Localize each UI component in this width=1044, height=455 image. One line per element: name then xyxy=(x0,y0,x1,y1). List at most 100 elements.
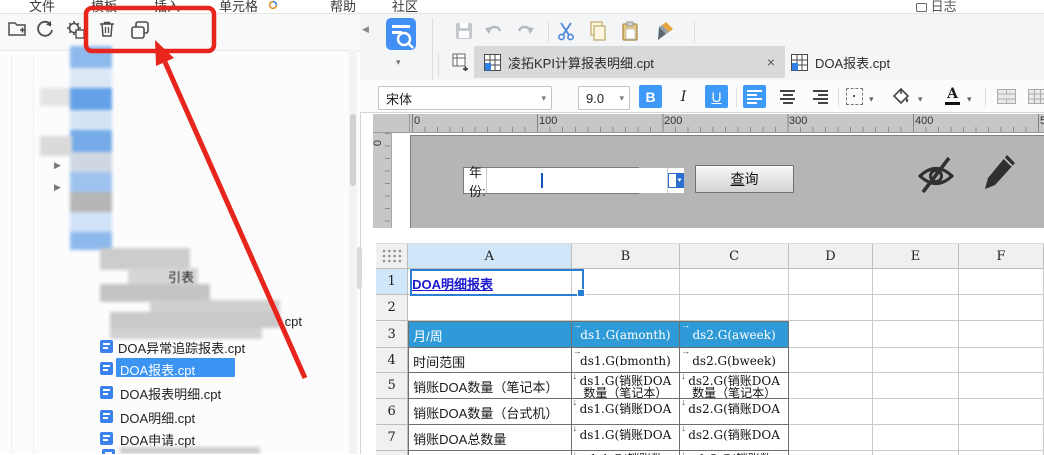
cell[interactable] xyxy=(789,269,873,295)
tree-item-cpt-fragment[interactable]: .cpt xyxy=(281,314,302,329)
panel-splitter-handle[interactable] xyxy=(357,247,362,289)
cell[interactable] xyxy=(873,399,959,425)
row-header[interactable]: 5 xyxy=(376,373,408,399)
row-header[interactable]: 6 xyxy=(376,399,408,425)
cell[interactable] xyxy=(680,269,789,295)
cell[interactable] xyxy=(959,321,1044,348)
cell-A1[interactable]: DOA明细报表 xyxy=(408,269,571,295)
cell[interactable] xyxy=(408,295,571,321)
cell[interactable] xyxy=(789,348,873,373)
font-color-button[interactable]: A xyxy=(941,85,964,108)
cell[interactable] xyxy=(959,373,1044,399)
cell[interactable] xyxy=(873,295,959,321)
select-all-corner[interactable] xyxy=(376,244,408,269)
settings-icon[interactable] xyxy=(64,18,88,42)
menu-log[interactable]: 日志 xyxy=(916,0,957,14)
template-search-icon[interactable] xyxy=(386,18,416,57)
cell[interactable] xyxy=(789,399,873,425)
fill-color-button[interactable] xyxy=(890,85,913,108)
menu-file[interactable]: 文件 xyxy=(29,0,55,14)
cell[interactable] xyxy=(789,295,873,321)
column-header[interactable]: A xyxy=(408,244,571,269)
tab-kpi-report[interactable]: 凌拓KPI计算报表明细.cpt × xyxy=(474,46,785,78)
row-header[interactable]: 4 xyxy=(376,348,408,373)
format-painter-icon[interactable] xyxy=(654,21,674,46)
cell[interactable] xyxy=(680,295,789,321)
cell[interactable]: ↓ds1.G(销账DOA xyxy=(572,399,681,425)
save-icon[interactable] xyxy=(454,21,474,46)
column-header[interactable]: B xyxy=(572,244,681,269)
cell[interactable]: 销账DOA数量（台式机） xyxy=(408,399,571,425)
cell[interactable] xyxy=(959,295,1044,321)
cell[interactable]: ↓ds2.G(销账数 xyxy=(680,451,789,455)
cell[interactable] xyxy=(572,295,681,321)
edit-pane-icon[interactable] xyxy=(979,149,1019,200)
row-header[interactable]: 1 xyxy=(376,269,408,295)
year-input[interactable] xyxy=(487,168,667,193)
cell[interactable] xyxy=(959,425,1044,451)
cell[interactable]: 销账DOA总数量 xyxy=(408,425,571,451)
delete-icon[interactable] xyxy=(96,18,120,42)
undo-icon[interactable] xyxy=(484,21,504,46)
column-header[interactable]: F xyxy=(959,244,1044,269)
expand-caret-icon[interactable]: ▶ xyxy=(54,160,61,171)
tab-doa-report[interactable]: DOA报表.cpt xyxy=(787,46,957,78)
sidebar-scrollbar-track[interactable] xyxy=(349,50,357,454)
cell[interactable]: →ds2.G(aweek) xyxy=(680,321,789,348)
year-dropdown-button[interactable] xyxy=(667,168,684,193)
merge-cells-button[interactable] xyxy=(995,85,1018,108)
sidebar-scrollbar-thumb[interactable] xyxy=(350,114,356,186)
query-button[interactable]: 查询 xyxy=(695,165,794,193)
tree-item[interactable]: DOA明细.cpt xyxy=(120,408,195,427)
cut-icon[interactable] xyxy=(556,21,576,46)
hide-pane-icon[interactable] xyxy=(915,151,957,202)
align-left-button[interactable] xyxy=(743,85,766,108)
borders-button[interactable] xyxy=(843,85,866,108)
font-family-select[interactable]: 宋体 ▾ xyxy=(378,86,552,110)
tree-item-selected[interactable]: DOA报表.cpt xyxy=(120,360,195,379)
align-right-button[interactable] xyxy=(809,85,832,108)
cell[interactable]: ↓ds2.G(销账DOA xyxy=(680,425,789,451)
cell[interactable]: →ds1.G(amonth) xyxy=(572,321,681,348)
new-tab-icon[interactable] xyxy=(452,53,470,76)
cell[interactable] xyxy=(959,451,1044,455)
row-header[interactable]: 3 xyxy=(376,321,408,348)
column-header[interactable]: E xyxy=(873,244,959,269)
cell[interactable] xyxy=(959,269,1044,295)
cell[interactable] xyxy=(572,269,681,295)
cell[interactable] xyxy=(873,425,959,451)
cell[interactable]: ↓ds2.G(销账DOA数量（笔记本） xyxy=(680,373,789,399)
chevron-down-icon[interactable]: ▾ xyxy=(869,94,874,105)
menu-insert[interactable]: 插入 xyxy=(154,0,180,14)
column-header[interactable]: C xyxy=(680,244,789,269)
cell[interactable]: ↓ds1.G(销账DOA xyxy=(572,425,681,451)
tree-item[interactable]: DOA异常追踪报表.cpt xyxy=(118,338,245,357)
tree-item-partial[interactable]: 引表 xyxy=(168,267,194,286)
close-icon[interactable]: × xyxy=(767,54,775,70)
font-size-select[interactable]: 9.0 ▾ xyxy=(578,86,630,110)
row-header[interactable]: 7 xyxy=(376,425,408,451)
italic-button[interactable]: I xyxy=(672,85,695,108)
row-header[interactable]: 8 xyxy=(376,451,408,455)
refresh-icon[interactable] xyxy=(34,18,58,42)
tree-item[interactable]: DOA申请.cpt xyxy=(120,430,195,449)
menu-template[interactable]: 模板 xyxy=(91,0,117,14)
cell[interactable] xyxy=(959,399,1044,425)
cell[interactable]: →ds2.G(bweek) xyxy=(680,348,789,373)
chevron-down-icon[interactable]: ▾ xyxy=(967,94,972,105)
collapse-sidebar-icon[interactable]: ◀ xyxy=(362,24,369,35)
bold-button[interactable]: B xyxy=(639,85,662,108)
template-dropdown-caret-icon[interactable]: ▾ xyxy=(396,57,401,68)
cell[interactable] xyxy=(873,269,959,295)
cell[interactable]: ↓ds1.G(销账数 xyxy=(572,451,681,455)
cell[interactable] xyxy=(789,425,873,451)
column-header[interactable]: D xyxy=(789,244,873,269)
copy-icon[interactable] xyxy=(588,21,608,46)
menu-community[interactable]: 社区 xyxy=(392,0,418,14)
expand-caret-icon[interactable]: ▶ xyxy=(54,182,61,193)
new-folder-icon[interactable] xyxy=(6,18,30,42)
cell[interactable] xyxy=(873,348,959,373)
cell[interactable]: →ds1.G(bmonth) xyxy=(572,348,681,373)
chevron-down-icon[interactable]: ▾ xyxy=(918,94,923,105)
redo-icon[interactable] xyxy=(515,21,535,46)
